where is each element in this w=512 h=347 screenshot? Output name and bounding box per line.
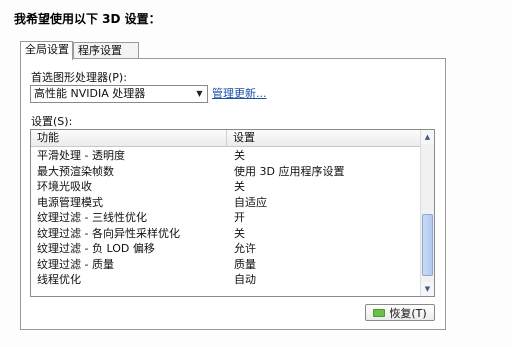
row-feature: 平滑处理 - 透明度 (37, 149, 125, 162)
restore-button[interactable]: 恢复(T) (365, 304, 435, 321)
row-feature: 纹理过滤 - 三线性优化 (37, 211, 147, 224)
row-value: 自动 (234, 273, 256, 286)
column-header-feature[interactable]: 功能 (31, 130, 227, 147)
settings-panel: 首选图形处理器(P): 高性能 NVIDIA 处理器 ▼ 管理更新... 设置(… (20, 58, 446, 330)
restore-button-label: 恢复(T) (389, 306, 427, 320)
dropdown-arrow-icon[interactable]: ▼ (192, 86, 207, 102)
row-feature: 纹理过滤 - 质量 (37, 257, 114, 271)
table-row[interactable]: 纹理过滤 - 各向异性采样优化 关 (31, 226, 421, 242)
row-value: 质量 (234, 257, 256, 271)
vertical-scrollbar[interactable]: ▲ ▼ (420, 130, 434, 296)
table-row[interactable]: 纹理过滤 - 三线性优化 开 (31, 210, 421, 226)
preferred-gpu-value: 高性能 NVIDIA 处理器 (34, 87, 146, 100)
preferred-gpu-select[interactable]: 高性能 NVIDIA 处理器 ▼ (30, 85, 208, 103)
column-header-setting[interactable]: 设置 (227, 130, 421, 147)
tab-global-settings[interactable]: 全局设置 (20, 41, 73, 60)
row-feature: 最大预渲染帧数 (37, 164, 114, 178)
table-row[interactable]: 纹理过滤 - 负 LOD 偏移 允许 (31, 241, 421, 257)
table-row[interactable]: 环境光吸收 关 (31, 179, 421, 195)
row-value: 开 (234, 211, 245, 224)
row-value: 允许 (234, 242, 256, 255)
settings-rows: 平滑处理 - 透明度 关 最大预渲染帧数 使用 3D 应用程序设置 环境光吸收 … (31, 148, 421, 296)
row-value: 关 (234, 226, 245, 240)
scroll-up-icon[interactable]: ▲ (421, 130, 434, 144)
preferred-gpu-label: 首选图形处理器(P): (31, 71, 127, 84)
table-row[interactable]: 平滑处理 - 透明度 关 (31, 148, 421, 164)
table-row[interactable]: 线程优化 自动 (31, 272, 421, 288)
row-value: 自适应 (234, 195, 267, 209)
restore-icon (373, 308, 386, 317)
grid-header: 功能 设置 (31, 130, 421, 147)
settings-grid[interactable]: 功能 设置 平滑处理 - 透明度 关 最大预渲染帧数 使用 3D 应用程序设置 … (30, 129, 435, 297)
row-value: 使用 3D 应用程序设置 (234, 164, 345, 178)
tab-program-settings[interactable]: 程序设置 (73, 42, 139, 59)
scroll-thumb[interactable] (422, 214, 433, 276)
settings-label: 设置(S): (31, 115, 73, 128)
table-row[interactable]: 纹理过滤 - 质量 质量 (31, 257, 421, 273)
table-row[interactable]: 最大预渲染帧数 使用 3D 应用程序设置 (31, 164, 421, 180)
row-value: 关 (234, 149, 245, 162)
row-feature: 纹理过滤 - 负 LOD 偏移 (37, 242, 155, 255)
row-feature: 电源管理模式 (37, 195, 103, 209)
nvidia-3d-settings-window: 我希望使用以下 3D 设置： 全局设置 程序设置 首选图形处理器(P): 高性能… (0, 0, 512, 347)
manage-updates-link[interactable]: 管理更新... (212, 85, 267, 101)
scroll-down-icon[interactable]: ▼ (421, 282, 434, 296)
page-title: 我希望使用以下 3D 设置： (14, 12, 161, 26)
row-feature: 线程优化 (37, 273, 81, 286)
table-row[interactable]: 电源管理模式 自适应 (31, 195, 421, 211)
row-feature: 环境光吸收 (37, 180, 92, 193)
row-value: 关 (234, 180, 245, 193)
row-feature: 纹理过滤 - 各向异性采样优化 (37, 226, 180, 240)
